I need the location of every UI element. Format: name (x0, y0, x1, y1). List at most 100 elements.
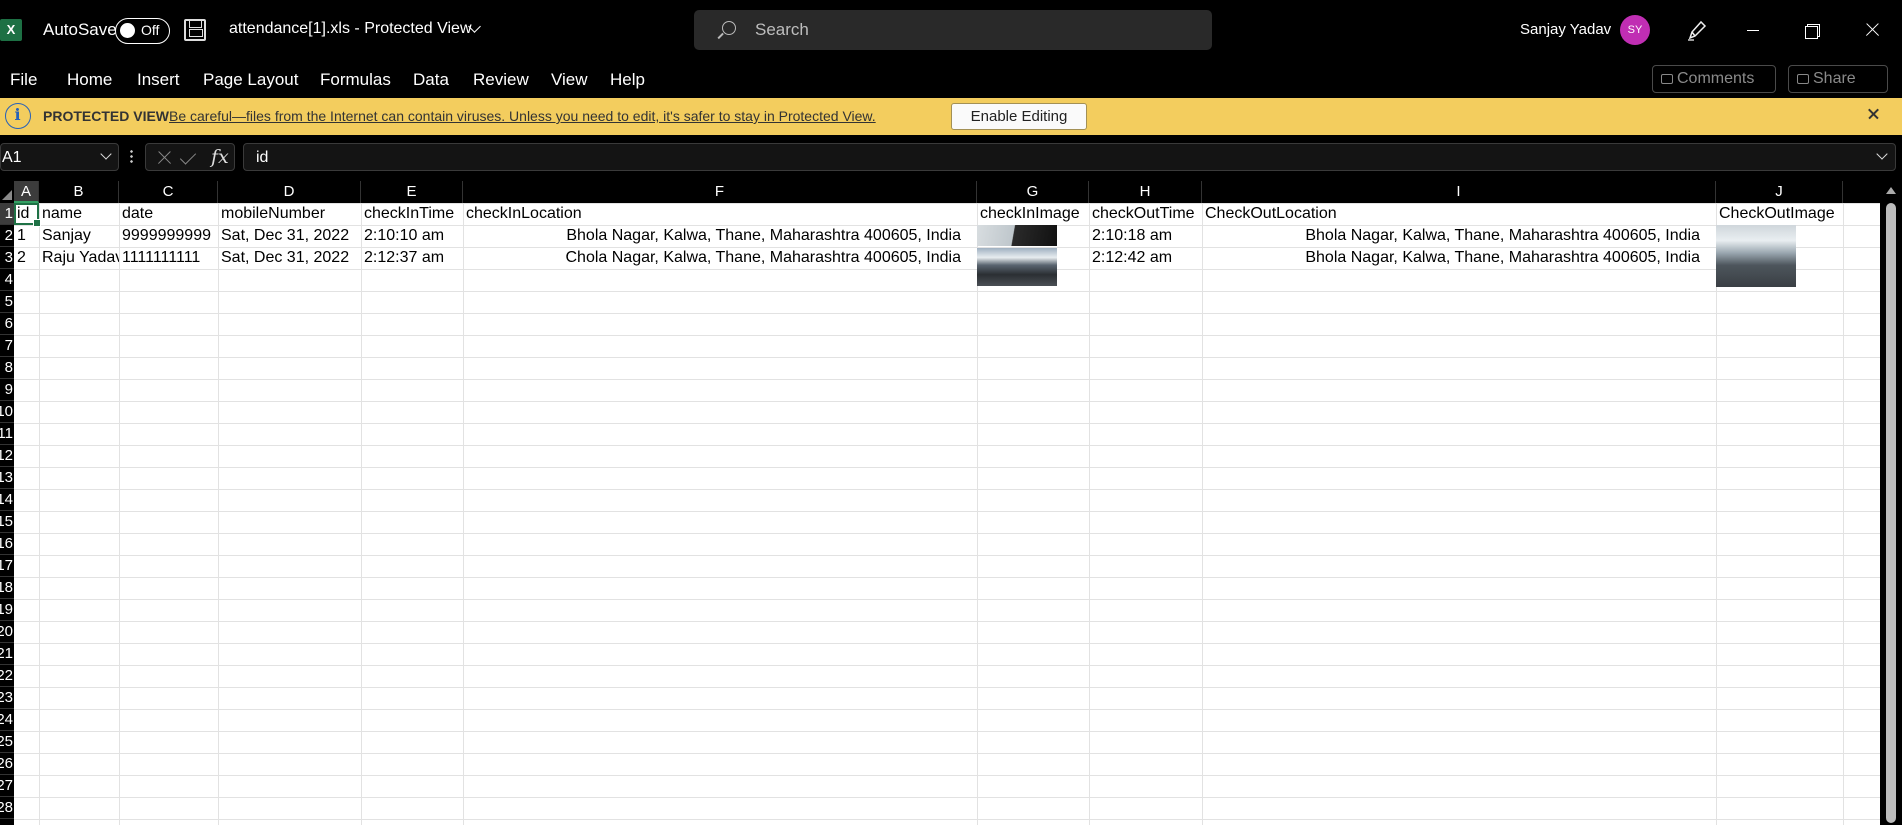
scroll-up-icon[interactable] (1886, 187, 1896, 194)
name-box[interactable]: A1 (0, 143, 119, 171)
row-header[interactable]: 2 (0, 225, 14, 247)
row-header[interactable]: 1 (0, 203, 14, 225)
vertical-scrollbar[interactable] (1880, 181, 1902, 825)
row-header[interactable]: 24 (0, 709, 14, 731)
share-button[interactable]: Share (1788, 65, 1888, 93)
save-icon[interactable] (184, 19, 206, 41)
header-cell-checkout-image[interactable]: CheckOutImage (1716, 203, 1843, 225)
row-header[interactable]: 10 (0, 401, 14, 423)
active-cell-a1[interactable] (14, 203, 41, 227)
table-cell[interactable]: Sat, Dec 31, 2022 (218, 225, 361, 247)
column-header-j[interactable]: J (1716, 181, 1843, 203)
header-cell-checkin-time[interactable]: checkInTime (361, 203, 463, 225)
header-cell-checkout-location[interactable]: CheckOutLocation (1202, 203, 1716, 225)
header-cell-name[interactable]: name (39, 203, 119, 225)
checkin-image-thumbnail[interactable] (977, 225, 1057, 246)
header-cell-date[interactable]: date (119, 203, 218, 225)
column-header-h[interactable]: H (1089, 181, 1202, 203)
tab-data[interactable]: Data (413, 70, 449, 90)
enable-editing-button[interactable]: Enable Editing (951, 103, 1087, 130)
checkin-image-thumbnail[interactable] (977, 248, 1057, 286)
select-all-corner[interactable] (0, 181, 14, 203)
row-header[interactable]: 7 (0, 335, 14, 357)
row-header[interactable]: 18 (0, 577, 14, 599)
header-cell-checkin-location[interactable]: checkInLocation (463, 203, 977, 225)
row-header[interactable]: 12 (0, 445, 14, 467)
table-cell[interactable]: Bhola Nagar, Kalwa, Thane, Maharashtra 4… (1202, 225, 1716, 247)
row-header[interactable]: 15 (0, 511, 14, 533)
row-header[interactable]: 22 (0, 665, 14, 687)
table-cell[interactable]: Bhola Nagar, Kalwa, Thane, Maharashtra 4… (463, 225, 977, 247)
tab-page-layout[interactable]: Page Layout (203, 70, 298, 90)
header-cell-checkout-time[interactable]: checkOutTime (1089, 203, 1202, 225)
table-cell[interactable]: 2:12:37 am (361, 247, 463, 269)
avatar[interactable]: SY (1620, 15, 1650, 45)
tab-file[interactable]: File (10, 70, 37, 90)
search-box[interactable]: Search (694, 10, 1212, 50)
row-header[interactable]: 20 (0, 621, 14, 643)
row-header[interactable]: 5 (0, 291, 14, 313)
close-icon[interactable] (1866, 106, 1882, 122)
tab-home[interactable]: Home (67, 70, 112, 90)
column-header-d[interactable]: D (218, 181, 361, 203)
row-header[interactable]: 9 (0, 379, 14, 401)
row-header[interactable]: 14 (0, 489, 14, 511)
scrollbar-thumb[interactable] (1886, 203, 1896, 823)
row-header[interactable]: 13 (0, 467, 14, 489)
table-cell[interactable]: Bhola Nagar, Kalwa, Thane, Maharashtra 4… (1202, 247, 1716, 269)
cancel-icon[interactable] (156, 150, 172, 166)
row-header[interactable]: 3 (0, 247, 14, 269)
column-header-a[interactable]: A (14, 181, 39, 203)
insert-function-icon[interactable]: fx (211, 146, 229, 168)
row-header[interactable]: 8 (0, 357, 14, 379)
table-cell[interactable]: 2:12:42 am (1089, 247, 1202, 269)
tab-formulas[interactable]: Formulas (320, 70, 391, 90)
table-cell[interactable]: 1111111111 (119, 247, 218, 269)
row-header[interactable]: 6 (0, 313, 14, 335)
close-icon[interactable] (1852, 10, 1892, 50)
table-cell[interactable]: 2:10:10 am (361, 225, 463, 247)
chevron-down-icon[interactable] (1876, 148, 1888, 160)
row-header[interactable]: 16 (0, 533, 14, 555)
column-header-c[interactable]: C (119, 181, 218, 203)
table-cell[interactable]: Raju Yadav (39, 247, 119, 269)
column-header-f[interactable]: F (463, 181, 977, 203)
row-header[interactable]: 21 (0, 643, 14, 665)
tab-help[interactable]: Help (610, 70, 645, 90)
header-cell-checkin-image[interactable]: checkInImage (977, 203, 1089, 225)
table-cell[interactable]: Sanjay (39, 225, 119, 247)
table-cell[interactable]: 9999999999 (119, 225, 218, 247)
pen-icon[interactable] (1685, 18, 1709, 42)
minimize-icon[interactable] (1733, 10, 1773, 50)
row-header[interactable]: 4 (0, 269, 14, 291)
table-cell[interactable]: 1 (14, 225, 39, 247)
column-header-i[interactable]: I (1202, 181, 1716, 203)
chevron-down-icon[interactable] (100, 148, 112, 160)
row-header[interactable]: 19 (0, 599, 14, 621)
worksheet-grid[interactable]: A B C D E F G H I J 12345678910111213141… (0, 181, 1880, 825)
table-cell[interactable]: Sat, Dec 31, 2022 (218, 247, 361, 269)
row-header[interactable]: 26 (0, 753, 14, 775)
column-header-g[interactable]: G (977, 181, 1089, 203)
table-cell[interactable]: Chola Nagar, Kalwa, Thane, Maharashtra 4… (463, 247, 977, 269)
tab-review[interactable]: Review (473, 70, 529, 90)
column-header-b[interactable]: B (39, 181, 119, 203)
row-header[interactable]: 23 (0, 687, 14, 709)
document-title[interactable]: attendance[1].xls - Protected View (229, 20, 472, 38)
table-cell[interactable]: 2:10:18 am (1089, 225, 1202, 247)
cell-area[interactable]: id name date mobileNumber checkInTime ch… (14, 203, 1880, 825)
tab-insert[interactable]: Insert (137, 70, 180, 90)
check-icon[interactable] (179, 148, 197, 165)
autosave-toggle[interactable]: Off (115, 18, 170, 44)
protected-view-message[interactable]: Be careful—files from the Internet can c… (169, 108, 876, 124)
row-header[interactable]: 11 (0, 423, 14, 445)
row-header[interactable]: 17 (0, 555, 14, 577)
restore-icon[interactable] (1792, 10, 1832, 50)
header-cell-mobile[interactable]: mobileNumber (218, 203, 361, 225)
row-header[interactable]: 25 (0, 731, 14, 753)
comments-button[interactable]: Comments (1652, 65, 1776, 93)
tab-view[interactable]: View (551, 70, 588, 90)
column-header-e[interactable]: E (361, 181, 463, 203)
formula-input[interactable]: id (243, 143, 1896, 171)
table-cell[interactable]: 2 (14, 247, 39, 269)
